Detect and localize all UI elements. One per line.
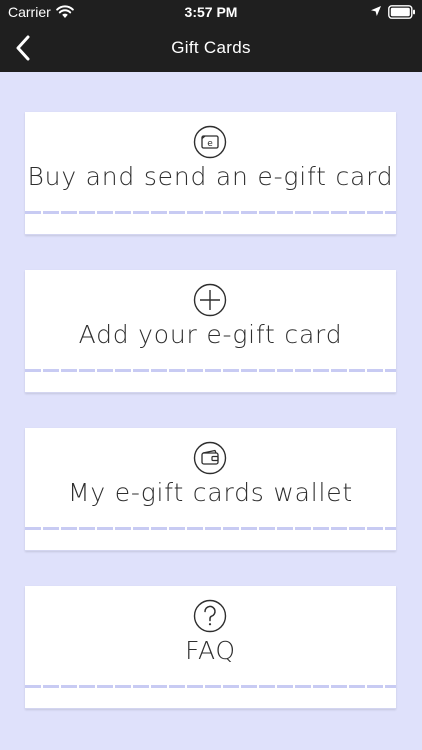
chevron-left-icon: [16, 35, 30, 61]
battery-icon: [388, 5, 415, 19]
plus-circle-icon: [193, 283, 227, 317]
card-label: FAQ: [185, 636, 236, 665]
egift-wallet-button[interactable]: My e-gift cards wallet: [25, 428, 396, 551]
card-footer: [25, 688, 396, 709]
page-title: Gift Cards: [171, 38, 251, 57]
card-label: Add your e-gift card: [78, 320, 343, 349]
status-bar: Carrier 3:57 PM: [0, 0, 422, 24]
card-footer: [25, 214, 396, 235]
card-label: Buy and send an e-gift card: [27, 162, 394, 191]
card-footer: [25, 372, 396, 393]
clock: 3:57 PM: [184, 4, 238, 20]
navigation-bar: Gift Cards: [0, 24, 422, 72]
card-footer: [25, 530, 396, 551]
add-egift-card-button[interactable]: Add your e-gift card: [25, 270, 396, 393]
e-card-icon: e: [193, 125, 227, 159]
faq-button[interactable]: FAQ: [25, 586, 396, 709]
card-label: My e-gift cards wallet: [68, 478, 353, 507]
svg-text:e: e: [207, 139, 213, 149]
wallet-icon: [193, 441, 227, 475]
back-button[interactable]: [6, 32, 40, 64]
top-bar: Carrier 3:57 PM Gift Cards: [0, 0, 422, 72]
buy-egift-card-button[interactable]: e Buy and send an e-gift card: [25, 112, 396, 235]
question-circle-icon: [193, 599, 227, 633]
location-arrow-icon: [371, 6, 381, 16]
